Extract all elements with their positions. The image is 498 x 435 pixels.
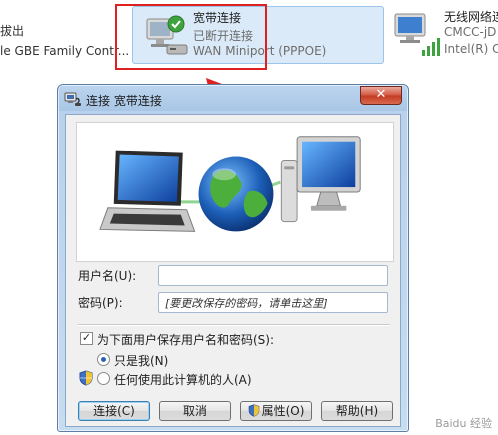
uac-shield-icon	[79, 370, 93, 386]
connect-dialog: 连接 宽带连接 ✕ 用户名(U): 密码(P): [要更改保存的密码，请单击这里…	[57, 84, 409, 432]
help-button[interactable]: 帮助(H)	[321, 401, 393, 421]
username-label: 用户名(U):	[78, 269, 137, 283]
close-button[interactable]: ✕	[360, 86, 402, 105]
radio-only-me[interactable]	[97, 353, 110, 366]
password-label: 密码(P):	[78, 296, 123, 310]
save-credentials-label: 为下面用户保存用户名和密码(S):	[97, 333, 275, 347]
wireless-network-icon	[394, 13, 440, 56]
red-highlight-rectangle	[115, 4, 267, 70]
connection-item-wireless[interactable]: 无线网络连 CMCC-jD Intel(R) C	[390, 8, 498, 64]
properties-button-label: 属性(O)	[261, 404, 305, 418]
username-input[interactable]	[158, 265, 388, 286]
properties-button[interactable]: 属性(O)	[240, 401, 312, 421]
connection-status-text: 拔出	[0, 24, 25, 38]
wireless-device: Intel(R) C	[444, 42, 498, 56]
uac-shield-icon	[248, 404, 259, 417]
connection-device-text: le GBE Family Contr...	[0, 44, 130, 58]
dialup-icon	[64, 92, 81, 106]
wireless-name: 无线网络连	[444, 10, 498, 24]
dialog-titlebar[interactable]: 连接 宽带连接 ✕	[58, 85, 408, 113]
radio-anyone-label: 任何使用此计算机的人(A)	[114, 373, 252, 387]
wireless-ssid: CMCC-jD	[444, 25, 497, 39]
cancel-button[interactable]: 取消	[159, 401, 231, 421]
watermark: Baidu 经验	[435, 417, 492, 430]
password-input[interactable]: [要更改保存的密码，请单击这里]	[158, 292, 388, 313]
dialog-title: 连接 宽带连接	[86, 94, 162, 108]
save-credentials-checkbox[interactable]: ✓	[80, 332, 93, 345]
radio-only-me-label: 只是我(N)	[114, 354, 169, 368]
dialog-body: 用户名(U): 密码(P): [要更改保存的密码，请单击这里] ✓ 为下面用户保…	[65, 114, 401, 427]
radio-anyone[interactable]	[97, 372, 110, 385]
separator	[78, 324, 390, 326]
connect-button[interactable]: 连接(C)	[78, 401, 150, 421]
connection-illustration	[76, 122, 394, 262]
network-connections-panel: 拔出 le GBE Family Contr... 宽带连接 已断开连接 WAN…	[0, 0, 498, 70]
